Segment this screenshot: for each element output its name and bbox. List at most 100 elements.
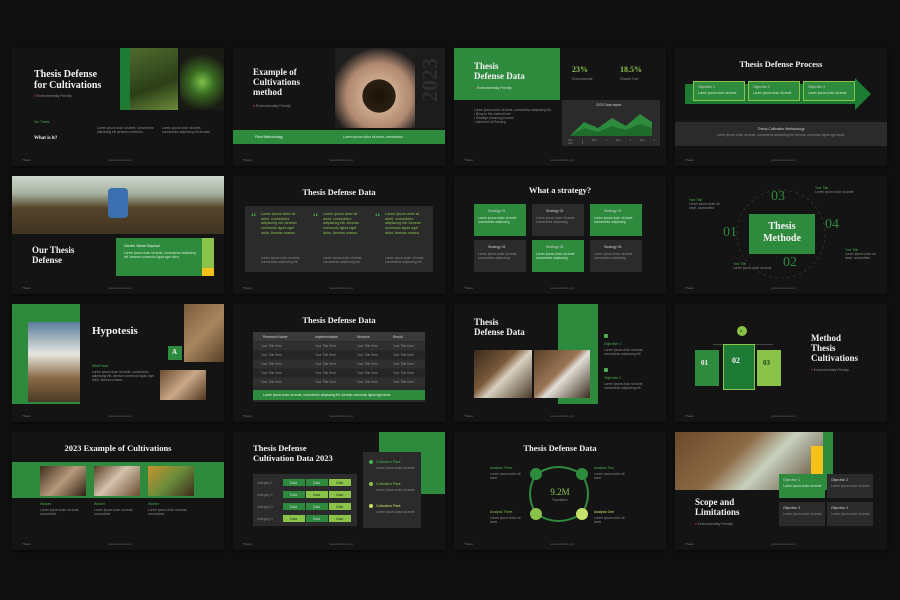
strategy-1: Strategy 01 Lorem ipsum dolor sit amet co…: [474, 204, 526, 236]
step-02: 02: [723, 344, 755, 390]
brand: Thesis: [22, 158, 31, 162]
slide-7[interactable]: What a strategy? Strategy 01 Lorem ipsum …: [454, 176, 666, 294]
table-row: Your Title Here Your Title Here Your Title…: [253, 369, 425, 377]
legend-panel: Cultivation Plant Lorem ipsum dolor sit …: [363, 452, 421, 528]
slide-9[interactable]: Hypotesis A What Facts Lorem ipsum dolor…: [12, 304, 224, 422]
accent-bar: [120, 48, 130, 110]
number-02: 02: [783, 255, 797, 270]
objective-3: Objective 3 Lorem ipsum dolor sit amet: [779, 502, 825, 526]
plant-photo-1: [130, 48, 178, 110]
strategy-4: Strategy 04 Lorem ipsum dolor sit amet co…: [474, 240, 526, 272]
strategy-2: Strategy 02 Lorem ipsum dolor sit amet co…: [532, 204, 584, 236]
slide-3[interactable]: Thesis Defense Data ♥ Environmentally Fr…: [454, 48, 666, 166]
accent-yellow: [202, 268, 214, 276]
greenhouse-photo: [12, 176, 224, 234]
table-footer: Lorem ipsum dolor sit amet, consectetur …: [253, 390, 425, 400]
legend-dot: [369, 460, 373, 464]
analysis-label-2: Analysis Two: [594, 466, 614, 470]
slide-1[interactable]: Thesis Defense for Cultivations ♥ Enviro…: [12, 48, 224, 166]
body-text-2: Lorem ipsum dolor sit amet, consectetur …: [162, 126, 211, 135]
slide-12[interactable]: A 01 02 03 Method Thesis Cultivations ♥ …: [675, 304, 887, 422]
slide-16[interactable]: Scope and Limitations ♥ Environmentally …: [675, 432, 887, 550]
slide-title: Thesis Defense Data: [302, 187, 376, 197]
table-row: Your Title Here Your Title Here Your Title…: [253, 342, 425, 350]
area-chart: 2023 Data report Item 1 Item 2 Item 3 It…: [562, 100, 660, 146]
slide-4[interactable]: Thesis Defense Process Objective 1 Lorem …: [675, 48, 887, 166]
stat-value-2: 18.5%: [620, 65, 642, 74]
objective-4: Objective 4 Lorem ipsum dolor sit amet: [827, 502, 873, 526]
slide-13[interactable]: 2023 Example of Cultivations Worker Lore…: [12, 432, 224, 550]
slide-10[interactable]: Thesis Defense Data Research Name Implem…: [233, 304, 445, 422]
step-03: 03: [757, 350, 781, 386]
slide-title-line2: Defense Data: [474, 327, 525, 337]
worker-photo-1: [40, 466, 86, 496]
stat-value-1: 23%: [572, 65, 588, 74]
hand-soil-photo: [335, 48, 415, 128]
body-text: Lorem ipsum dolor sit amet, consectetur …: [92, 370, 155, 383]
table-row: Your Title Here Your Title Here Your Title…: [253, 351, 425, 359]
analysis-label-4: Analysis One: [594, 510, 614, 514]
check-icon-1: [604, 334, 608, 338]
slide-11[interactable]: Thesis Defense Data Objective 1 Lorem ip…: [454, 304, 666, 422]
body-text: Lorem ipsum dolor sit amet, consectetur …: [97, 126, 154, 135]
slide-2[interactable]: Example of Cultivations method ♥ Environ…: [233, 48, 445, 166]
social-icons: [194, 159, 214, 162]
slide-title: What a strategy?: [528, 185, 592, 195]
objective-1: Objective 1 Lorem ipsum dolor sit amet: [693, 81, 745, 101]
year-panel: 2023: [415, 48, 445, 128]
step-01: 01: [695, 350, 719, 386]
slide-title-line2: Limitations: [695, 507, 740, 517]
number-03: 03: [771, 189, 785, 204]
method-bar-label: Plant Methodology: [255, 135, 284, 139]
table-header: Research Name Implementation Workers Res…: [253, 332, 425, 341]
caption-2: Worker: [94, 502, 105, 506]
worker-figure: [108, 188, 128, 218]
item-2-text: Your Title Lorem ipsum dolor sit amet: [733, 262, 772, 271]
quote-icon-3: “: [375, 210, 381, 224]
accent-light: [202, 238, 214, 268]
objective-1: Objective 1 Lorem ipsum dolor sit amet: [779, 474, 825, 498]
objective-2: Objective 2: [604, 376, 621, 380]
slide-title-line1: Thesis Defense: [253, 443, 307, 453]
heart-icon: ♥: [811, 368, 813, 372]
slide-title: Thesis Defense Process: [739, 59, 823, 69]
gloves-photo: [28, 322, 80, 402]
slide-title-line3: method: [253, 87, 282, 97]
stat-label-2: Shaded Tree: [620, 77, 639, 81]
slide-title: 2023 Example of Cultivations: [64, 443, 172, 453]
subtitle: ♥ Environmentally Friendly: [253, 104, 291, 108]
heart-icon: ♥: [474, 86, 476, 90]
methodology-bar: Thesis Cultivation Methodology Lorem ips…: [675, 122, 887, 146]
slide-title: Hypotesis: [92, 325, 138, 337]
slide-15[interactable]: Thesis Defense Data 9.2M Population Anal…: [454, 432, 666, 550]
quote-icon-2: “: [313, 210, 319, 224]
objective-3: Objective 3 Lorem ipsum dolor sit amet: [803, 81, 855, 101]
data-grid: Category 1 Category 2 Category 3 Categor…: [253, 474, 357, 526]
number-01: 01: [723, 225, 737, 240]
year-watermark: 2023: [417, 58, 442, 102]
stat-label-1: Environmental: [572, 77, 593, 81]
slide-14[interactable]: Thesis Defense Cultivation Data 2023 Cat…: [233, 432, 445, 550]
slide-6[interactable]: Thesis Defense Data “ Lorem ipsum dolor …: [233, 176, 445, 294]
slide-5[interactable]: Our Thesis Defense Garden Waste Disposal…: [12, 176, 224, 294]
table-row: Your Title Here Your Title Here Your Title…: [253, 378, 425, 386]
slide-8[interactable]: Thesis Methode 01 02 03 04 Your Title Lor…: [675, 176, 887, 294]
chart-xlabels: Item 1 Item 2 Item 3 Item 4 Item 5: [568, 139, 656, 146]
badge-a: A: [168, 346, 182, 360]
strategy-5: Strategy 05 Lorem ipsum dolor sit amet co…: [532, 240, 584, 272]
heart-icon: ♥: [695, 522, 697, 526]
strategy-3: Strategy 03 Lorem ipsum dolor sit amet co…: [590, 204, 642, 236]
heart-icon: ♥: [253, 104, 255, 108]
objective-2: Objective 2 Lorem ipsum dolor sit amet: [748, 81, 800, 101]
slide-title-line1: Thesis Defense: [34, 69, 98, 80]
center-label: Population: [552, 498, 568, 502]
subtitle: ♥ Environmentally Friendly: [695, 522, 733, 526]
method-bar-text: Lorem ipsum dolor sit amet, consectetur: [343, 135, 404, 139]
legend-dot: [369, 482, 373, 486]
method-center: Thesis Methode: [749, 214, 815, 254]
worker-photo-2: [94, 466, 140, 496]
soil-photo-1: [184, 304, 224, 362]
slide-title-line2: Defense: [32, 255, 62, 265]
subtitle: ♥ Environmentally Friendly: [34, 94, 72, 98]
question: What is it?: [34, 136, 58, 141]
